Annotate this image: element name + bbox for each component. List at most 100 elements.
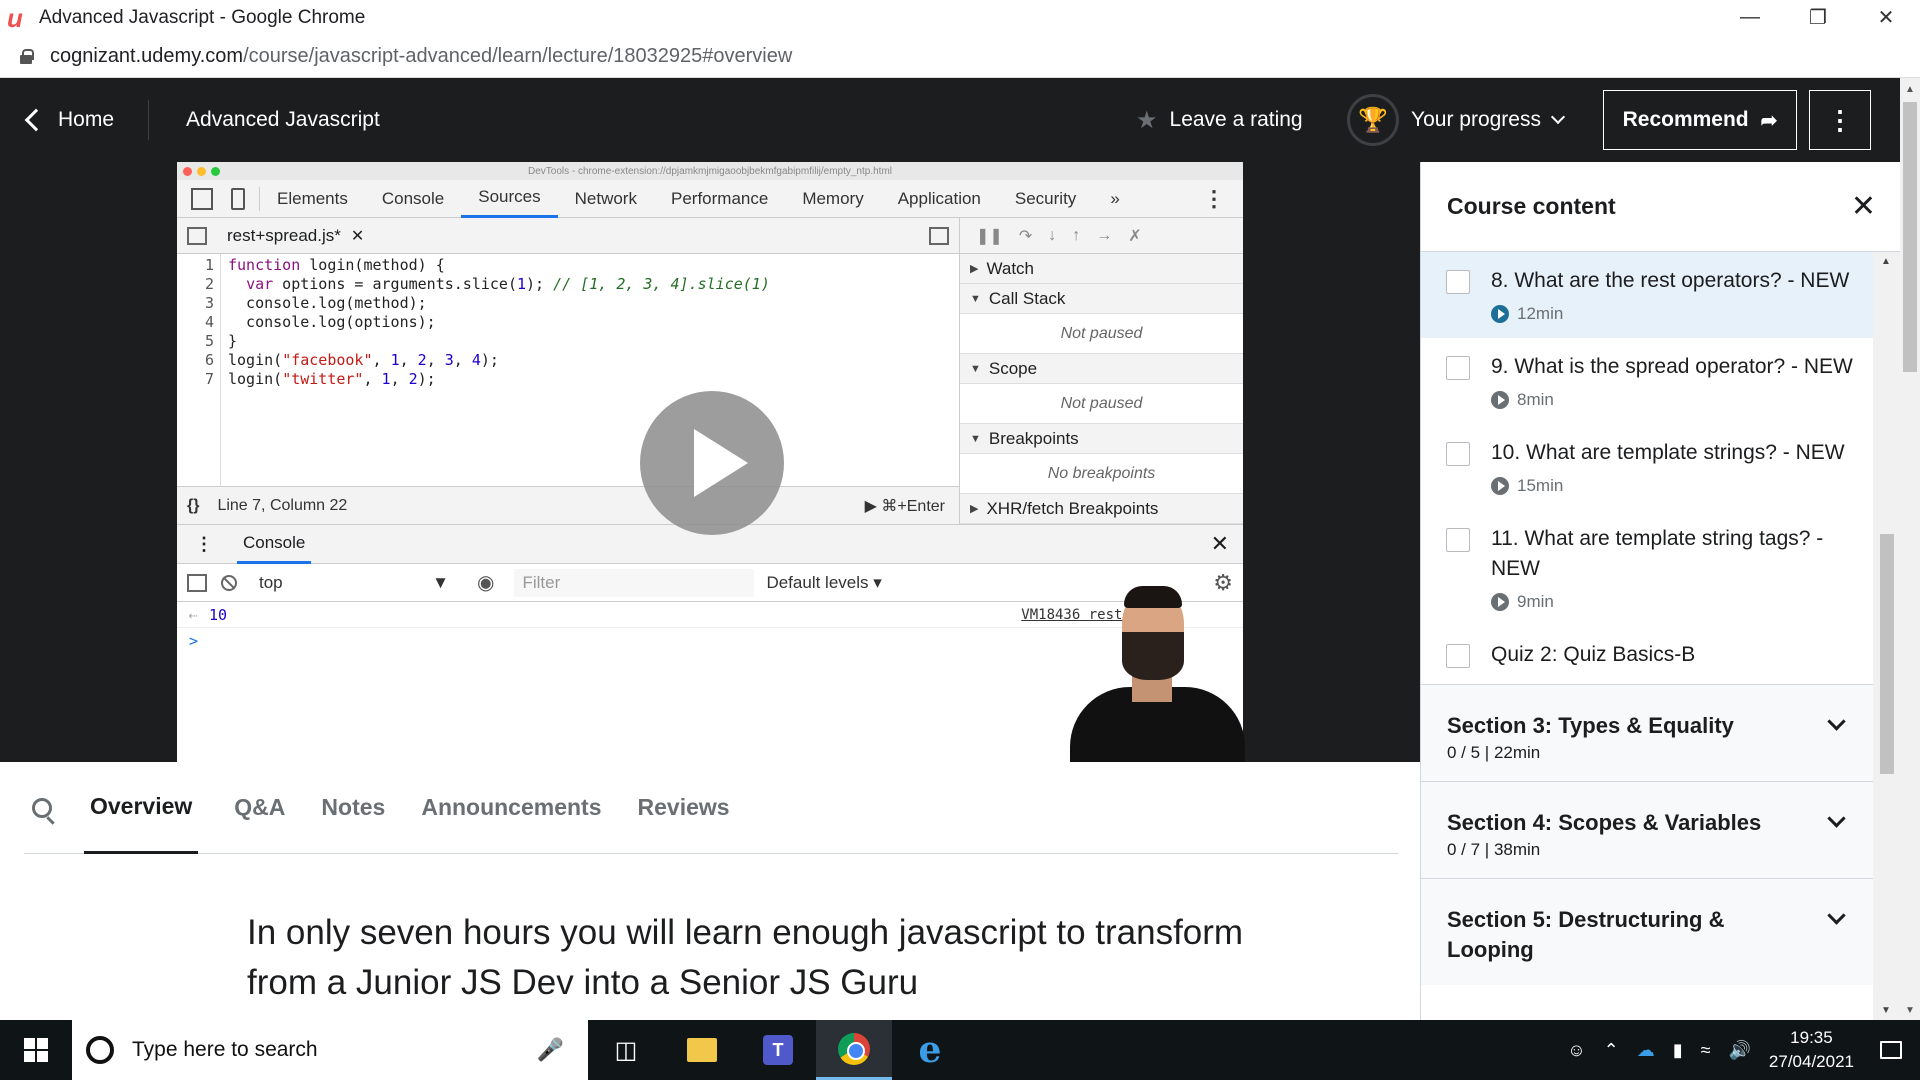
lecture-checkbox[interactable] xyxy=(1446,528,1470,552)
tab-qa[interactable]: Q&A xyxy=(234,762,285,854)
pretty-print-icon: {} xyxy=(187,496,200,514)
search-icon[interactable] xyxy=(32,797,52,818)
battery-icon[interactable]: ▮ xyxy=(1673,1040,1683,1061)
video-player[interactable]: DevTools - chrome-extension://dpjamkmjmi… xyxy=(0,162,1420,762)
eye-icon: ◉ xyxy=(477,572,495,594)
debugger-toggle-icon xyxy=(929,226,949,245)
page-scrollbar[interactable]: ▲ ▼ xyxy=(1900,78,1920,1020)
console-filter: Filter xyxy=(514,568,755,597)
star-icon: ★ xyxy=(1136,106,1158,134)
section-header[interactable]: Section 5: Destructuring & Looping xyxy=(1421,878,1873,985)
play-circle-icon xyxy=(1491,305,1509,323)
course-header: Home Advanced Javascript ★ Leave a ratin… xyxy=(0,78,1900,162)
play-circle-icon xyxy=(1491,391,1509,409)
call-stack-section: ▼ Call Stack xyxy=(960,284,1243,314)
address-bar[interactable]: cognizant.udemy.com/course/javascript-ad… xyxy=(0,35,1920,78)
line-number: 3 xyxy=(204,294,214,312)
lecture-item[interactable]: 8. What are the rest operators? - NEW 12… xyxy=(1421,252,1873,338)
browser-title-bar: u Advanced Javascript - Google Chrome — … xyxy=(0,0,1920,35)
volume-icon[interactable]: 🔊 xyxy=(1728,1040,1750,1061)
code-editor: 1 2 3 4 5 6 7 function login(method) { v… xyxy=(177,254,959,486)
tab-overview[interactable]: Overview xyxy=(84,762,199,854)
tab-network: Network xyxy=(574,188,637,208)
lock-icon[interactable] xyxy=(20,49,34,64)
section-title: Section 3: Types & Equality xyxy=(1447,713,1734,738)
wifi-icon[interactable]: ≈ xyxy=(1701,1040,1711,1061)
close-window-icon[interactable]: ✕ xyxy=(1852,0,1920,35)
section-header[interactable]: Section 4: Scopes & Variables 0 / 7 | 38… xyxy=(1421,781,1873,878)
lecture-item[interactable]: 9. What is the spread operator? - NEW 8m… xyxy=(1421,338,1873,424)
scrollbar-thumb[interactable] xyxy=(1903,102,1917,372)
close-file-icon: ✕ xyxy=(350,227,365,245)
microphone-icon[interactable]: 🎤 xyxy=(537,1037,564,1063)
recommend-label: Recommend xyxy=(1622,108,1749,131)
play-button[interactable] xyxy=(640,391,784,535)
minimize-icon[interactable]: — xyxy=(1716,0,1784,35)
progress-dropdown[interactable]: 🏆 Your progress xyxy=(1347,78,1566,162)
windows-start-icon[interactable] xyxy=(0,1020,72,1080)
notifications-icon[interactable] xyxy=(1880,1041,1902,1059)
lecture-item[interactable]: 11. What are template string tags? - NEW… xyxy=(1421,510,1873,626)
home-link[interactable]: Home xyxy=(22,108,114,132)
lecture-checkbox[interactable] xyxy=(1446,270,1470,294)
more-options-button[interactable]: ⋮ xyxy=(1809,90,1871,150)
close-sidebar-icon[interactable]: ✕ xyxy=(1851,189,1876,224)
url-text[interactable]: cognizant.udemy.com/course/javascript-ad… xyxy=(50,45,792,68)
pause-icon: ❚❚ xyxy=(976,227,1003,245)
lecture-duration: 8min xyxy=(1517,390,1554,409)
debugger-sidebar: ❚❚ ↷ ↓ ↑ → ✗ ▶ Watch ▼ Call Stack Not paus… xyxy=(959,218,1243,524)
console-sidebar-icon xyxy=(187,573,207,592)
chevron-down-icon xyxy=(1827,712,1846,731)
restore-icon[interactable]: ❐ xyxy=(1784,0,1852,35)
scroll-up-icon[interactable]: ▲ xyxy=(1881,256,1891,267)
tab-notes[interactable]: Notes xyxy=(321,762,385,854)
chevron-left-icon xyxy=(24,108,48,132)
lecture-checkbox[interactable] xyxy=(1446,356,1470,380)
sidebar-scrollbar-thumb[interactable] xyxy=(1880,534,1894,774)
code-line: function login(method) { xyxy=(228,256,445,274)
onedrive-icon[interactable]: ☁ xyxy=(1637,1040,1655,1061)
window-title: Advanced Javascript - Google Chrome xyxy=(39,6,366,28)
chevron-down-icon xyxy=(1550,109,1566,125)
lecture-duration-row: 8min xyxy=(1491,390,1853,410)
leave-rating-button[interactable]: ★ Leave a rating xyxy=(1136,78,1303,162)
file-tab-bar: rest+spread.js* ✕ xyxy=(177,218,959,254)
people-icon[interactable]: ☺ xyxy=(1567,1040,1585,1061)
task-view-icon[interactable]: ◫ xyxy=(588,1020,664,1080)
section-title: Section 4: Scopes & Variables xyxy=(1447,810,1762,835)
header-divider xyxy=(148,100,150,140)
lecture-checkbox[interactable] xyxy=(1446,442,1470,466)
tab-reviews[interactable]: Reviews xyxy=(638,762,730,854)
sidebar-scrollbar[interactable]: ▲ ▼ xyxy=(1873,252,1900,1020)
line-gutter: 1 2 3 4 5 6 7 xyxy=(177,254,221,486)
course-title[interactable]: Advanced Javascript xyxy=(186,108,380,132)
tray-expand-icon[interactable]: ⌃ xyxy=(1604,1040,1619,1061)
file-explorer-icon[interactable] xyxy=(664,1020,740,1080)
teams-icon[interactable]: T xyxy=(740,1020,816,1080)
section-header[interactable]: Section 3: Types & Equality 0 / 5 | 22mi… xyxy=(1421,684,1873,781)
quiz-item[interactable]: Quiz 2: Quiz Basics-B xyxy=(1421,626,1873,684)
scroll-down-icon[interactable]: ▼ xyxy=(1881,1005,1891,1016)
tab-announcements[interactable]: Announcements xyxy=(421,762,601,854)
overview-headline: In only seven hours you will learn enoug… xyxy=(247,913,1244,1002)
taskbar-search[interactable]: Type here to search 🎤 xyxy=(72,1020,588,1080)
lecture-duration-row: 12min xyxy=(1491,304,1853,324)
course-tabs: Overview Q&A Notes Announcements Reviews xyxy=(24,762,1398,854)
devtools-menu-icon: ⋮ xyxy=(1203,185,1225,211)
close-drawer-icon: ✕ xyxy=(1210,531,1229,556)
step-over-icon: ↷ xyxy=(1018,227,1033,245)
chrome-icon[interactable] xyxy=(816,1020,892,1080)
scroll-down-icon[interactable]: ▼ xyxy=(1905,1005,1915,1016)
line-number: 7 xyxy=(204,370,214,388)
lecture-duration: 12min xyxy=(1517,304,1564,323)
tab-elements: Elements xyxy=(277,188,348,208)
scroll-up-icon[interactable]: ▲ xyxy=(1905,84,1915,95)
recommend-button[interactable]: Recommend ➦ xyxy=(1603,90,1797,150)
scope-info: Not paused xyxy=(960,384,1243,424)
caret-down-icon: ▼ xyxy=(432,572,449,592)
edge-icon[interactable]: e xyxy=(892,1020,968,1080)
clock[interactable]: 19:35 27/04/2021 xyxy=(1769,1026,1854,1074)
lecture-item[interactable]: 10. What are template strings? - NEW 15m… xyxy=(1421,424,1873,510)
lecture-checkbox[interactable] xyxy=(1446,644,1470,668)
cursor-position: Line 7, Column 22 xyxy=(217,496,348,514)
